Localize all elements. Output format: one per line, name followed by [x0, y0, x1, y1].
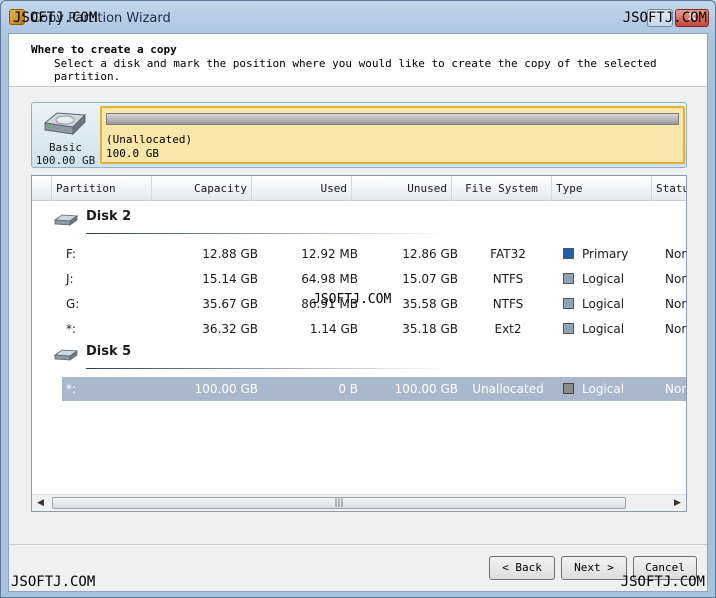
title-bar: Copy Partition Wizard ✕ — [1, 1, 715, 33]
scroll-left-icon[interactable]: ◀ — [32, 495, 49, 511]
cell-type: Logical — [563, 292, 624, 316]
cell-unused: 35.18 GB — [402, 322, 458, 336]
cell-file-system: NTFS — [492, 272, 524, 286]
back-button[interactable]: < Back — [489, 556, 555, 580]
cell-used: 0 B — [338, 382, 358, 396]
table-row[interactable]: *: 36.32 GB 1.14 GB 35.18 GB Ext2 Logica… — [62, 317, 686, 341]
hard-disk-icon — [54, 349, 78, 361]
cell-partition: G: — [66, 297, 80, 311]
partition-size: 100.0 GB — [106, 147, 159, 160]
column-header-partition[interactable]: Partition — [52, 176, 152, 201]
cell-status: None — [665, 382, 686, 396]
column-header-status[interactable]: Status — [652, 176, 686, 201]
cell-file-system: Ext2 — [494, 322, 522, 336]
copy-partition-wizard-window: Copy Partition Wizard ✕ Where to create … — [0, 0, 716, 598]
cell-capacity: 100.00 GB — [194, 382, 258, 396]
cell-unused: 100.00 GB — [394, 382, 458, 396]
column-header-blank — [32, 176, 52, 201]
table-row[interactable]: F: 12.88 GB 12.92 MB 12.86 GB FAT32 Prim… — [62, 242, 686, 266]
column-header-used[interactable]: Used — [252, 176, 352, 201]
cell-type-label: Logical — [582, 322, 625, 336]
cell-capacity: 35.67 GB — [202, 297, 258, 311]
step-title: Where to create a copy — [31, 43, 177, 56]
column-header-type[interactable]: Type — [552, 176, 652, 201]
cell-type: Logical — [563, 267, 624, 291]
cell-capacity: 12.88 GB — [202, 247, 258, 261]
grip-icon: ||| — [334, 498, 344, 508]
table-row-selected[interactable]: *: 100.00 GB 0 B 100.00 GB Unallocated L… — [62, 377, 686, 401]
cell-status: None — [665, 322, 686, 336]
cell-capacity: 36.32 GB — [202, 322, 258, 336]
logical-partition-swatch — [563, 273, 574, 284]
logical-partition-swatch — [563, 323, 574, 334]
disk-size: 100.00 GB — [35, 154, 96, 167]
disk-group-header[interactable]: Disk 2 — [52, 207, 672, 234]
partition-usage-bar — [106, 113, 679, 125]
hard-disk-icon — [43, 112, 87, 136]
cell-unused: 15.07 GB — [402, 272, 458, 286]
disk-group-name: Disk 2 — [86, 209, 132, 224]
cell-unused: 12.86 GB — [402, 247, 458, 261]
logical-partition-swatch — [563, 298, 574, 309]
cell-partition: J: — [66, 272, 74, 286]
list-header: Partition Capacity Used Unused File Syst… — [32, 176, 686, 201]
partition-list: Partition Capacity Used Unused File Syst… — [31, 175, 687, 512]
wizard-client-area: Where to create a copy Select a disk and… — [8, 33, 708, 592]
cell-file-system: FAT32 — [490, 247, 526, 261]
cell-type-label: Logical — [582, 297, 625, 311]
column-header-file-system[interactable]: File System — [452, 176, 552, 201]
cell-capacity: 15.14 GB — [202, 272, 258, 286]
watermark-bottom-right: JSOFTJ.COM — [620, 574, 705, 590]
cell-type: Logical — [563, 317, 624, 341]
scroll-right-icon[interactable]: ▶ — [669, 495, 686, 511]
primary-partition-swatch — [563, 248, 574, 259]
disk-type: Basic — [48, 141, 83, 154]
wizard-header: Where to create a copy Select a disk and… — [9, 34, 707, 87]
cell-type: Logical — [563, 377, 624, 401]
cell-type-label: Primary — [582, 247, 629, 261]
disk-group-name: Disk 5 — [86, 344, 132, 359]
cell-type: Primary — [563, 242, 628, 266]
scrollbar-thumb[interactable]: ||| — [52, 497, 626, 509]
watermark-center: JSOFTJ.COM — [313, 292, 392, 307]
cell-type-label: Logical — [582, 272, 625, 286]
unallocated-partition-block[interactable]: (Unallocated) 100.0 GB — [100, 106, 685, 164]
cell-partition: *: — [66, 382, 77, 396]
cell-used: 12.92 MB — [301, 247, 358, 261]
cell-partition: F: — [66, 247, 77, 261]
column-header-capacity[interactable]: Capacity — [152, 176, 252, 201]
unallocated-swatch — [563, 383, 574, 394]
group-divider — [86, 368, 446, 369]
step-description: Select a disk and mark the position wher… — [54, 57, 657, 83]
cell-file-system: NTFS — [492, 297, 524, 311]
watermark-top-right: JSOFTJ.COM — [622, 10, 707, 26]
next-button[interactable]: Next > — [561, 556, 627, 580]
column-header-unused[interactable]: Unused — [352, 176, 452, 201]
cell-status: None — [665, 247, 686, 261]
horizontal-scrollbar[interactable]: ◀ ||| ▶ — [32, 494, 686, 511]
footer-divider — [9, 544, 707, 545]
group-divider — [86, 233, 446, 234]
disk-info[interactable]: Basic 100.00 GB — [34, 105, 97, 167]
cell-used: 64.98 MB — [301, 272, 358, 286]
cell-partition: *: — [66, 322, 77, 336]
cell-status: None — [665, 297, 686, 311]
disk-map: Basic 100.00 GB (Unallocated) 100.0 GB — [31, 102, 687, 168]
hard-disk-icon — [54, 214, 78, 226]
watermark-bottom-left: JSOFTJ.COM — [11, 574, 96, 590]
disk-group-header[interactable]: Disk 5 — [52, 342, 672, 369]
watermark-top-left: JSOFTJ.COM — [13, 10, 98, 26]
cell-used: 1.14 GB — [309, 322, 358, 336]
partition-label: (Unallocated) — [106, 133, 193, 146]
cell-type-label: Logical — [582, 382, 625, 396]
table-row[interactable]: J: 15.14 GB 64.98 MB 15.07 GB NTFS Logic… — [62, 267, 686, 291]
cell-status: None — [665, 272, 686, 286]
cell-file-system: Unallocated — [472, 382, 544, 396]
